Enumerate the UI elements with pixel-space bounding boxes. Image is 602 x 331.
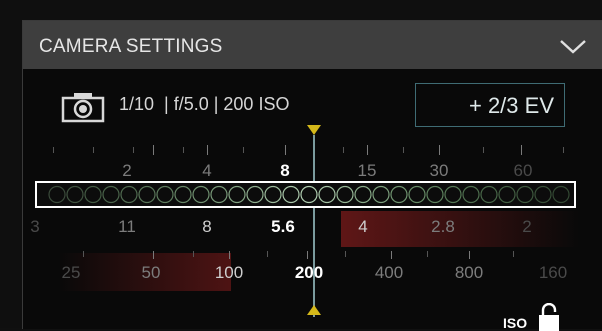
center-marker-top-icon [307,125,321,135]
scale-tick [153,145,154,155]
panel-header[interactable]: CAMERA SETTINGS [23,21,602,69]
scale-tick [521,145,522,155]
shutter-label: 4 [202,161,212,180]
shutter-label-selected: 8 [280,161,290,180]
scale-tick [367,145,368,155]
exposure-info-row: 1/10 | f/5.0 | 200 ISO + 2/3 EV [23,83,602,127]
scale-tick [439,145,440,155]
scale-tick [483,147,484,153]
iso-lock-toggle[interactable]: ISO [503,303,563,331]
scale-tick [469,251,470,259]
scale-tick [83,251,84,257]
scale-tick [513,251,514,257]
scale-tick [53,147,54,153]
scale-tick [229,251,230,259]
chevron-down-icon[interactable] [555,35,591,57]
shutter-label: 60 [513,161,533,180]
ev-strip-highlight [35,181,576,208]
exposure-summary: 1/10 | f/5.0 | 200 ISO [119,94,290,114]
lock-icon [539,303,559,331]
scale-tick [343,147,344,153]
aperture-label: 4 [358,217,368,236]
shutter-label: 15 [357,161,377,180]
scale-tick [193,251,194,257]
scale-tick [133,147,134,153]
camera-settings-window: CAMERA SETTINGS 1/10 | f/5.0 | 200 ISO +… [0,0,602,331]
scale-tick [93,147,94,153]
scale-tick [427,251,428,257]
scale-tick [285,145,286,155]
scale-tick [345,251,346,257]
iso-label: 400 [374,263,404,282]
shutter-label: 2 [122,161,132,180]
iso-label: 100 [214,263,244,282]
iso-label-selected: 200 [294,263,324,282]
iso-label: 800 [454,263,484,282]
scale-tick [563,147,564,153]
scale-tick [243,147,244,153]
scale-tick [267,251,268,257]
scale-tick [403,147,404,153]
ev-compensation-value: + 2/3 EV [468,93,554,118]
iso-label: 25 [61,263,81,282]
aperture-label: 11 [118,217,136,236]
iso-label: 160 [538,263,568,282]
shutter-scale[interactable]: 2 4 8 15 30 60 [23,141,602,181]
ev-compensation-button[interactable]: + 2/3 EV [415,83,565,127]
center-marker-bottom-icon [307,305,321,315]
scale-tick [153,251,154,259]
iso-scale[interactable]: 25 50 100 200 400 800 160 [23,251,602,299]
panel-title: CAMERA SETTINGS [39,36,223,57]
camera-icon [61,93,105,123]
aperture-scale[interactable]: 3 11 8 5.6 4 2.8 2 [23,211,602,251]
iso-lock-label: ISO [503,315,528,331]
scale-tick [307,251,308,259]
aperture-label: 2 [522,217,532,236]
aperture-label: 8 [202,217,212,236]
aperture-label-selected: 5.6 [271,217,295,236]
scale-tick [183,147,184,153]
scale-tick [391,251,392,259]
scale-tick [207,145,208,155]
iso-label: 50 [141,263,161,282]
aperture-label-edge: 3 [30,217,40,236]
camera-settings-panel: CAMERA SETTINGS 1/10 | f/5.0 | 200 ISO +… [22,20,602,331]
shutter-label: 30 [429,161,449,180]
aperture-label: 2.8 [431,217,455,236]
